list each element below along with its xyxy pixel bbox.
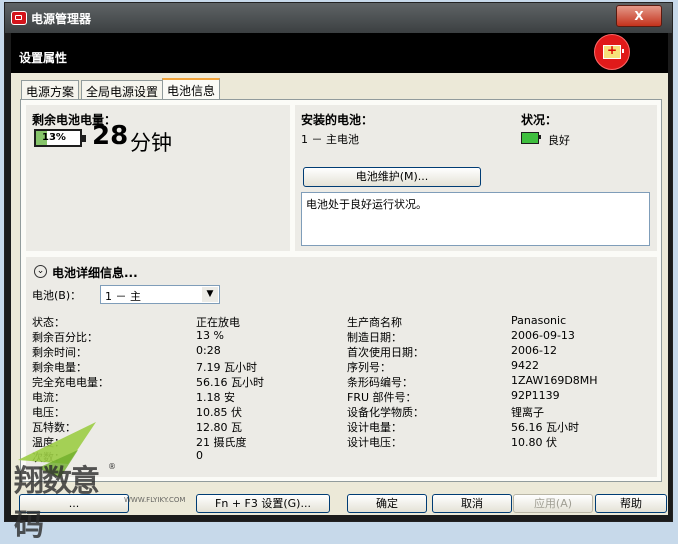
title-bar[interactable]: 电源管理器 X — [5, 3, 672, 33]
close-button[interactable]: X — [616, 5, 662, 27]
detail-row-value: 56.16 瓦小时 — [196, 376, 264, 389]
watermark-logo: 翔数意码 ® WWW.FLYIKY.COM — [8, 420, 185, 543]
battery-details-title[interactable]: 电池详细信息... — [52, 264, 138, 281]
collapse-icon[interactable]: ⌄ — [34, 265, 47, 278]
battery-select-value: 1 － 主 — [105, 290, 141, 303]
status-value: 良好 — [548, 134, 570, 147]
detail-row-label: 完全充电电量： — [32, 376, 109, 389]
detail-row-value: 正在放电 — [196, 316, 240, 329]
detail-row-value: 92P1139 — [511, 389, 560, 402]
detail-row-label: 设计电量： — [347, 421, 402, 434]
detail-row-label: FRU 部件号： — [347, 391, 417, 404]
tab-global-settings[interactable]: 全局电源设置 — [81, 80, 164, 99]
detail-row-label: 设计电压： — [347, 436, 402, 449]
tab-power-schemes[interactable]: 电源方案 — [21, 80, 80, 99]
detail-row-label: 首次使用日期： — [347, 346, 424, 359]
help-button[interactable]: 帮助 — [595, 494, 667, 513]
detail-row-value: 1.18 安 — [196, 391, 235, 404]
battery-good-icon — [521, 132, 541, 144]
apply-button[interactable]: 应用(A) — [513, 494, 593, 513]
fn-f3-settings-button[interactable]: Fn + F3 设置(G)... — [196, 494, 330, 513]
detail-row-value: 9422 — [511, 359, 539, 372]
detail-row-value: 21 摄氏度 — [196, 436, 247, 449]
battery-status-message: 电池处于良好运行状况。 — [301, 192, 650, 246]
remaining-charge-box: 剩余电池电量： 13% 28 分钟 — [26, 105, 290, 251]
detail-row-value: 0:28 — [196, 344, 221, 357]
battery-select-label: 电池(B)： — [32, 289, 82, 302]
watermark-url: WWW.FLYIKY.COM — [124, 496, 186, 504]
detail-row-label: 剩余电量： — [32, 361, 87, 374]
header-banner: 设置属性 + — [11, 33, 668, 73]
battery-plus-icon: + — [594, 34, 630, 70]
installed-battery-box: 安装的电池： 1 － 主电池 状况： 良好 电池维护(M)... 电池处于良好运… — [295, 105, 657, 251]
detail-row-label: 状态： — [32, 316, 65, 329]
detail-row-label: 制造日期： — [347, 331, 402, 344]
battery-level-icon: 13% — [34, 129, 86, 147]
detail-row-label: 剩余百分比： — [32, 331, 98, 344]
installed-battery-label: 安装的电池： — [301, 113, 374, 127]
detail-row-value: 锂离子 — [511, 406, 544, 419]
detail-row-label: 序列号： — [347, 361, 391, 374]
window-title: 电源管理器 — [31, 12, 92, 26]
status-label: 状况： — [521, 113, 558, 127]
battery-select[interactable]: 1 － 主 ▼ — [100, 285, 220, 304]
chevron-down-icon[interactable]: ▼ — [202, 287, 218, 302]
cancel-button[interactable]: 取消 — [432, 494, 512, 513]
battery-maintenance-button[interactable]: 电池维护(M)... — [303, 167, 481, 187]
detail-row-value: 10.80 伏 — [511, 436, 557, 449]
detail-row-label: 条形码编号： — [347, 376, 413, 389]
watermark-brand: 翔数意码 — [14, 464, 100, 543]
header-title: 设置属性 — [19, 51, 68, 65]
detail-row-label: 剩余时间： — [32, 346, 87, 359]
detail-row-value: 2006-09-13 — [511, 329, 575, 342]
detail-row-value: 12.80 瓦 — [196, 421, 242, 434]
detail-row-value: 56.16 瓦小时 — [511, 421, 579, 434]
detail-row-label: 设备化学物质： — [347, 406, 424, 419]
tab-battery-info[interactable]: 电池信息 — [162, 78, 221, 100]
battery-details-box: ⌄ 电池详细信息... 电池(B)： 1 － 主 ▼ 状态： 正在放电剩余百分比：… — [26, 257, 657, 477]
detail-row-value: 10.85 伏 — [196, 406, 242, 419]
detail-row-value: 1ZAW169D8MH — [511, 374, 598, 387]
detail-row-label: 生产商名称 — [347, 316, 402, 329]
installed-battery-entry[interactable]: 1 － 主电池 — [301, 131, 359, 147]
battery-icon: + — [603, 43, 624, 59]
detail-row-value: 13 % — [196, 329, 224, 342]
detail-row-value: 0 — [196, 449, 203, 462]
detail-row-value: 7.19 瓦小时 — [196, 361, 257, 374]
registered-mark: ® — [108, 462, 116, 471]
detail-row-value: 2006-12 — [511, 344, 557, 357]
battery-percent-text: 13% — [42, 132, 66, 143]
ok-button[interactable]: 确定 — [347, 494, 427, 513]
detail-row-value: Panasonic — [511, 314, 567, 327]
remaining-minutes: 28 — [92, 121, 129, 151]
detail-row-label: 电流： — [32, 391, 65, 404]
detail-row-label: 电压： — [32, 406, 65, 419]
minutes-unit: 分钟 — [130, 131, 172, 155]
battery-app-icon — [11, 11, 27, 25]
